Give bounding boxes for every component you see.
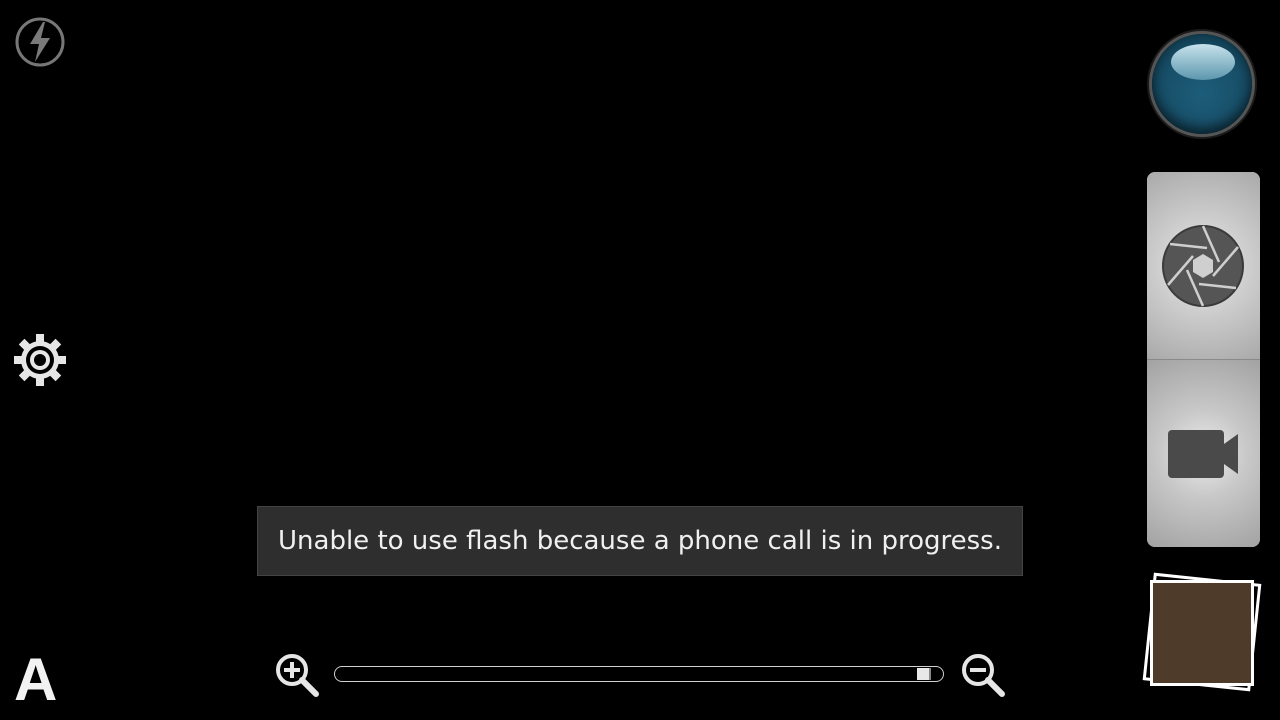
toast-message: Unable to use flash because a phone call… [257,506,1023,576]
gear-icon[interactable] [12,332,68,388]
photo-mode-button[interactable] [1147,172,1260,359]
video-camera-icon [1168,430,1238,478]
zoom-in-icon[interactable] [274,652,320,698]
mode-switch[interactable] [1147,172,1260,547]
camera-shutter-icon [1162,225,1244,307]
video-mode-button[interactable] [1147,360,1260,547]
capture-orb-icon[interactable] [1152,34,1252,134]
zoom-slider[interactable] [334,666,944,682]
scene-mode-auto[interactable]: A [14,650,70,710]
camera-screen: A Unable to use flash because a phone ca… [0,0,1280,720]
zoom-slider-handle[interactable] [917,668,931,680]
zoom-out-icon[interactable] [960,652,1006,698]
flash-off-icon[interactable] [12,14,68,70]
thumbnail-image [1150,580,1254,686]
toast-text: Unable to use flash because a phone call… [278,526,1002,556]
orb-gloss [1171,44,1235,80]
last-photo-thumbnail[interactable] [1142,572,1262,692]
